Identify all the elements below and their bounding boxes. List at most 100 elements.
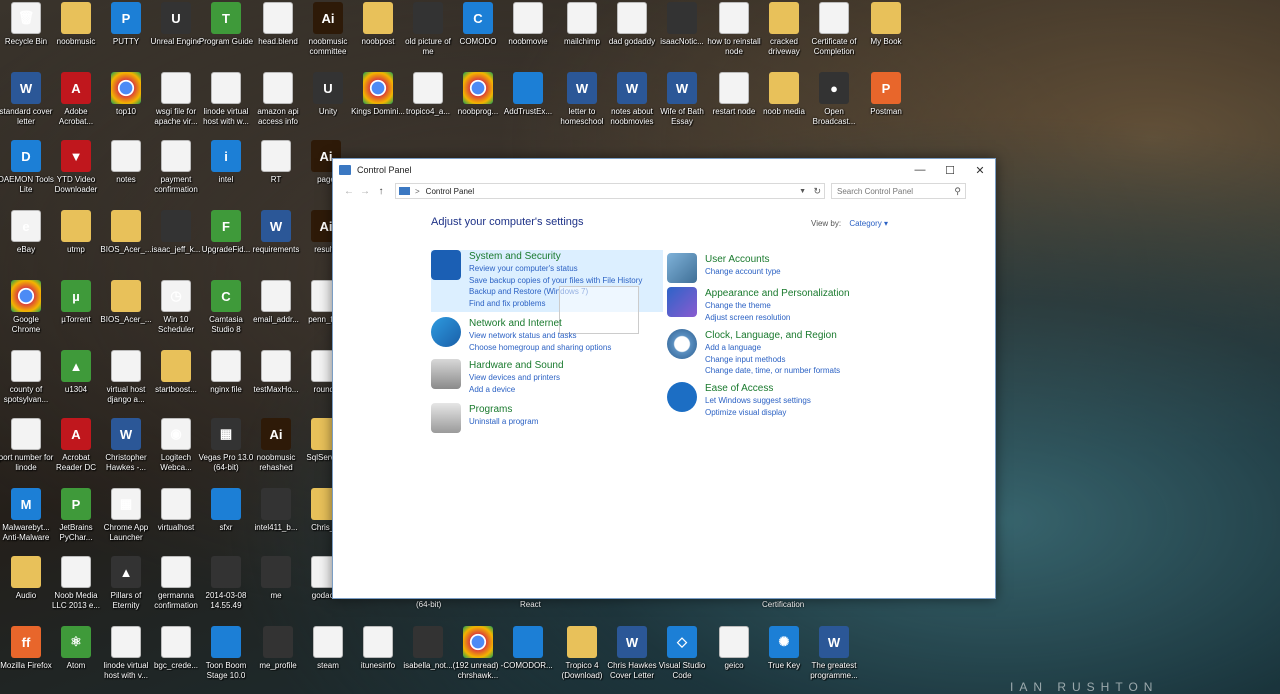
category-link[interactable]: Change the theme: [705, 300, 850, 312]
desktop-icon[interactable]: restart node: [708, 72, 760, 142]
desktop-icon[interactable]: D DAEMON Tools Lite: [0, 140, 54, 210]
desktop-icon[interactable]: P Postman: [860, 72, 912, 142]
desktop-icon[interactable]: how to reinstall node: [707, 2, 761, 72]
up-arrow-icon[interactable]: ↑: [373, 186, 389, 197]
close-button[interactable]: ✕: [965, 159, 995, 181]
desktop-icon[interactable]: My Book: [860, 2, 912, 72]
desktop-icon[interactable]: P PUTTY: [100, 2, 152, 72]
desktop-icon[interactable]: C COMODO: [452, 2, 504, 72]
desktop-icon[interactable]: noobprog...: [452, 72, 504, 142]
desktop-icon[interactable]: W Chris Hawkes Cover Letter: [606, 626, 658, 694]
category-clock-language-and-region[interactable]: Clock, Language, and Region Add a langua…: [667, 329, 840, 377]
desktop-icon[interactable]: me_profile: [252, 626, 304, 694]
desktop-icon[interactable]: top10: [100, 72, 152, 142]
desktop-icon[interactable]: me: [250, 556, 302, 626]
desktop-icon[interactable]: i intel: [200, 140, 252, 210]
desktop-icon[interactable]: old picture of me: [402, 2, 454, 72]
desktop-icon[interactable]: A Adobe Acrobat...: [50, 72, 102, 142]
desktop-icon[interactable]: M Malwarebyt... Anti-Malware: [0, 488, 52, 558]
category-link[interactable]: Change input methods: [705, 354, 840, 366]
desktop-icon[interactable]: germanna confirmation: [150, 556, 202, 626]
desktop-icon[interactable]: ✺ True Key: [758, 626, 810, 694]
desktop-icon[interactable]: Wstandard cover letter: [0, 72, 52, 142]
desktop-icon[interactable]: ▲ u1304: [50, 350, 102, 420]
desktop-icon[interactable]: W Christopher Hawkes -...: [100, 418, 152, 488]
desktop-icon[interactable]: U Unreal Engine: [150, 2, 202, 72]
desktop-icon[interactable]: W The greatest programme...: [808, 626, 860, 694]
desktop-icon[interactable]: C Camtasia Studio 8: [200, 280, 252, 350]
desktop-icon[interactable]: mailchimp: [556, 2, 608, 72]
desktop-icon[interactable]: ▼ YTD Video Downloader: [50, 140, 102, 210]
desktop-icon[interactable]: ◉ Logitech Webca...: [150, 418, 202, 488]
desktop-icon[interactable]: testMaxHo...: [250, 350, 302, 420]
forward-arrow-icon[interactable]: →: [357, 186, 373, 197]
minimize-button[interactable]: —: [905, 159, 935, 181]
desktop-icon[interactable]: Toon Boom Stage 10.0: [200, 626, 252, 694]
back-arrow-icon[interactable]: ←: [341, 186, 357, 197]
category-link[interactable]: Choose homegroup and sharing options: [469, 342, 611, 354]
desktop-icon[interactable]: ▲ Pillars of Eternity: [100, 556, 152, 626]
breadcrumb-control-panel[interactable]: Control Panel: [426, 187, 474, 196]
category-link[interactable]: Uninstall a program: [469, 416, 538, 428]
desktop-icon[interactable]: Ai noobmusic rehashed: [250, 418, 302, 488]
desktop-icon[interactable]: geico: [708, 626, 760, 694]
category-title[interactable]: Programs: [469, 403, 538, 416]
desktop-icon[interactable]: isabella_not...: [402, 626, 454, 694]
refresh-icon[interactable]: ↻: [813, 186, 821, 197]
desktop-icon[interactable]: ▦ Chrome App Launcher: [100, 488, 152, 558]
desktop-icon[interactable]: wsgi file for apache vir...: [150, 72, 202, 142]
category-user-accounts[interactable]: User Accounts Change account type: [667, 253, 781, 283]
category-link[interactable]: Review your computer's status: [469, 263, 642, 275]
desktop-icon[interactable]: BIOS_Acer_...: [100, 210, 152, 280]
desktop-icon[interactable]: Google Chrome: [0, 280, 52, 350]
desktop-icon[interactable]: Wnotes about noobmovies: [606, 72, 658, 142]
desktop-icon[interactable]: ◇ Visual Studio Code: [656, 626, 708, 694]
category-title[interactable]: Appearance and Personalization: [705, 287, 850, 300]
desktop-icon[interactable]: Wrequirements: [250, 210, 302, 280]
desktop-icon[interactable]: Tropico 4 (Download): [556, 626, 608, 694]
desktop-icon[interactable]: noobpost: [352, 2, 404, 72]
desktop-icon[interactable]: noobmusic: [50, 2, 102, 72]
category-title[interactable]: Clock, Language, and Region: [705, 329, 840, 342]
desktop-icon[interactable]: Ai noobmusic committee: [302, 2, 354, 72]
desktop-icon[interactable]: Wletter to homeschool: [556, 72, 608, 142]
search-icon[interactable]: ⚲: [954, 186, 961, 197]
desktop-icon[interactable]: ▦ Vegas Pro 13.0 (64-bit): [199, 418, 253, 488]
desktop-icon[interactable]: P JetBrains PyChar...: [50, 488, 102, 558]
desktop-icon[interactable]: sfxr: [200, 488, 252, 558]
category-title[interactable]: Ease of Access: [705, 382, 811, 395]
category-link[interactable]: Adjust screen resolution: [705, 312, 850, 324]
desktop-icon[interactable]: intel411_b...: [250, 488, 302, 558]
desktop-icon[interactable]: startboost...: [150, 350, 202, 420]
desktop-icon[interactable]: isaac_jeff_k...: [150, 210, 202, 280]
desktop-icon[interactable]: Noob Media LLC 2013 e...: [50, 556, 102, 626]
category-appearance-and-personalization[interactable]: Appearance and Personalization Change th…: [667, 287, 850, 323]
desktop-icon[interactable]: payment confirmation: [150, 140, 202, 210]
desktop-icon[interactable]: 🗑 Recycle Bin: [0, 2, 52, 72]
desktop-icon[interactable]: µ µTorrent: [50, 280, 102, 350]
breadcrumb[interactable]: > Control Panel ▼ ↻: [395, 183, 825, 199]
desktop-icon[interactable]: W Wife of Bath Essay: [656, 72, 708, 142]
category-ease-of-access[interactable]: Ease of Access Let Windows suggest setti…: [667, 382, 811, 418]
desktop-icon[interactable]: virtualhost: [150, 488, 202, 558]
desktop-icon[interactable]: county of spotsylvan...: [0, 350, 52, 420]
desktop-icon[interactable]: RT: [250, 140, 302, 210]
desktop-icon[interactable]: ⚛ Atom: [50, 626, 102, 694]
desktop-icon[interactable]: noobmovie: [502, 2, 554, 72]
category-link[interactable]: Add a device: [469, 384, 564, 396]
desktop-icon[interactable]: itunesinfo: [352, 626, 404, 694]
desktop-icon[interactable]: noob media: [758, 72, 810, 142]
desktop-icon[interactable]: bgc_crede...: [150, 626, 202, 694]
desktop-icon[interactable]: email_addr...: [250, 280, 302, 350]
desktop-icon[interactable]: virtual host django a...: [100, 350, 152, 420]
desktop-icon[interactable]: Kings Domini...: [351, 72, 405, 142]
category-link[interactable]: Optimize visual display: [705, 407, 811, 419]
desktop-icon[interactable]: head.blend: [252, 2, 304, 72]
desktop-icon[interactable]: COMODOR...: [502, 626, 554, 694]
category-title[interactable]: User Accounts: [705, 253, 781, 266]
desktop-icon[interactable]: A Acrobat Reader DC: [50, 418, 102, 488]
title-bar[interactable]: Control Panel — ☐ ✕: [333, 159, 995, 181]
category-link[interactable]: Add a language: [705, 342, 840, 354]
desktop-icon[interactable]: (192 unread) - chrshawk...: [452, 626, 504, 694]
desktop-icon[interactable]: tropico4_a...: [402, 72, 454, 142]
